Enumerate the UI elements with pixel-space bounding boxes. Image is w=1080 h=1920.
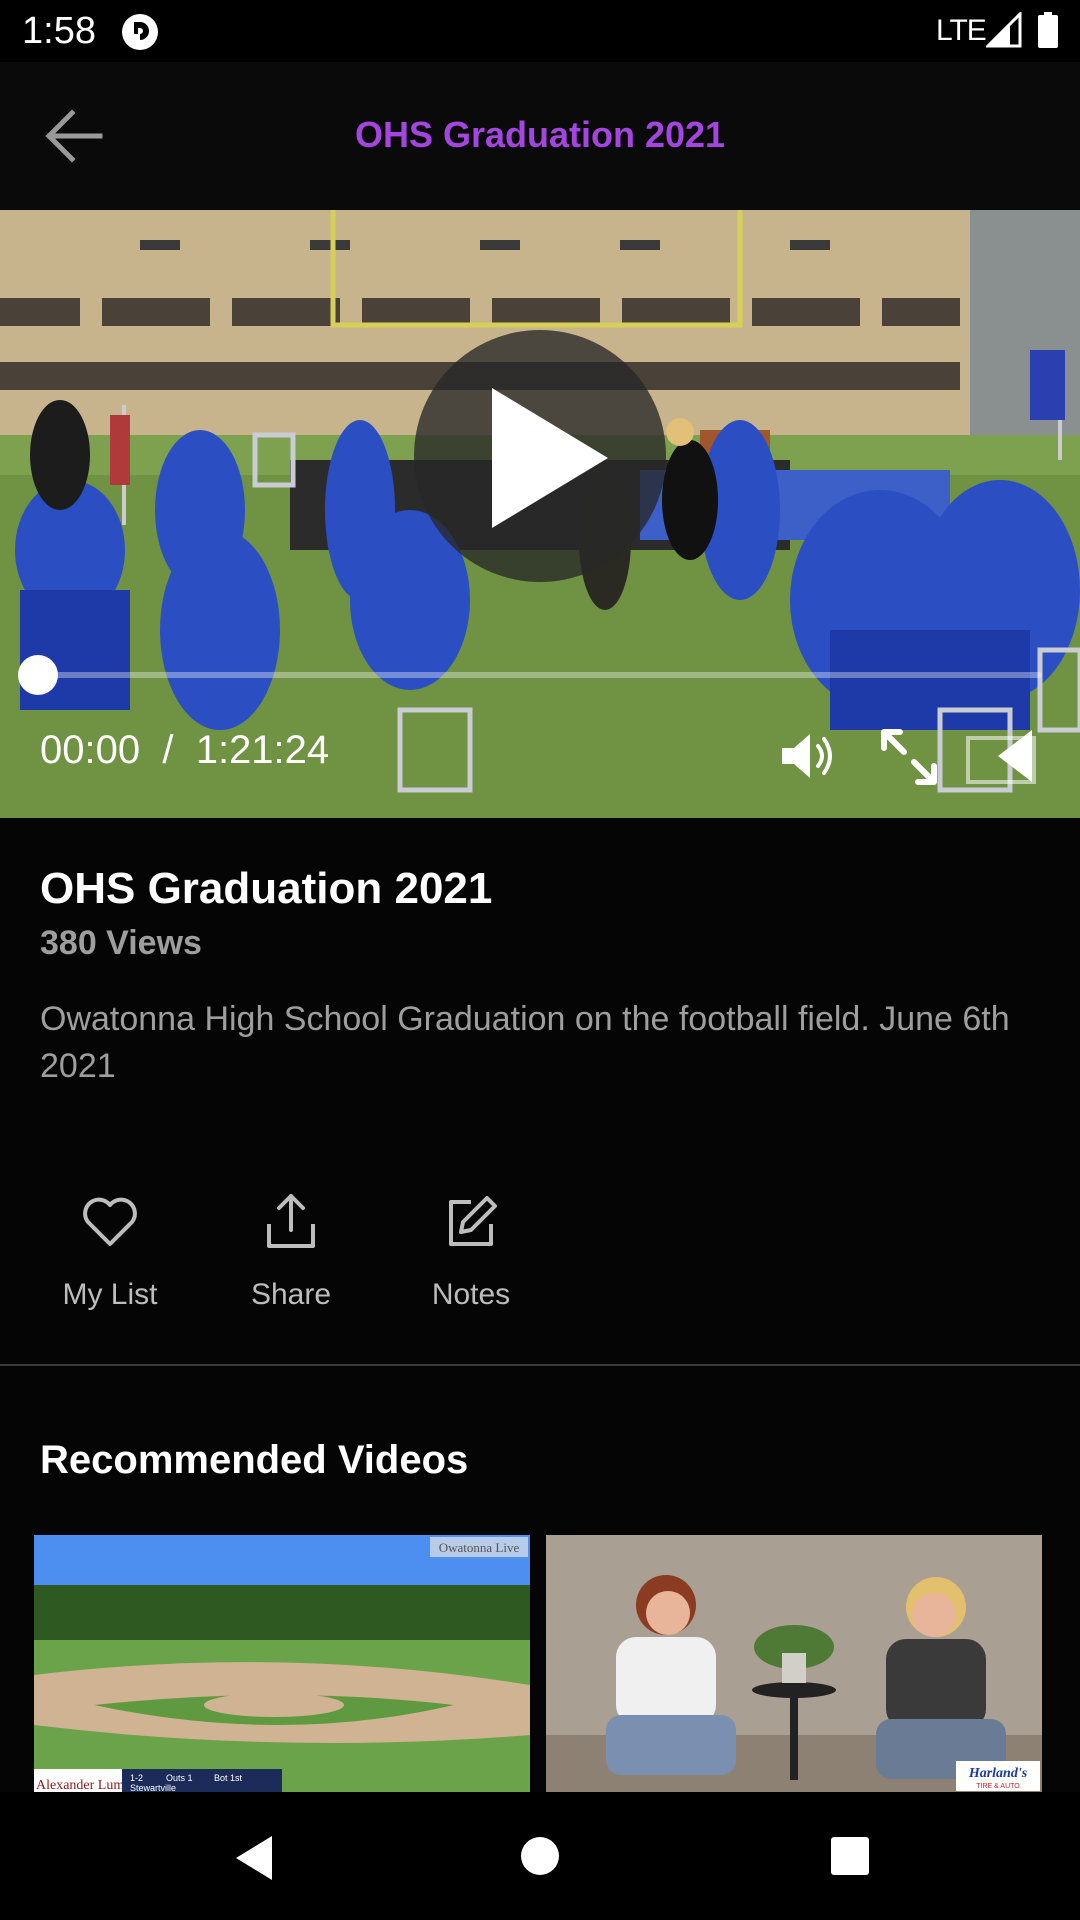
score-inning: Bot 1st (214, 1773, 243, 1783)
video-description: Owatonna High School Graduation on the f… (40, 1000, 1010, 1085)
interview-thumbnail-image: Harland's TIRE & AUTO (546, 1535, 1042, 1793)
current-time: 00:00 (40, 728, 141, 772)
video-title: OHS Graduation 2021 (40, 864, 493, 913)
share-button[interactable]: Share (216, 1192, 366, 1322)
network-type: LTE (936, 14, 987, 47)
my-list-button[interactable]: My List (35, 1192, 185, 1322)
battery-icon (1038, 12, 1058, 48)
thumbnail-watermark: Owatonna Live (439, 1540, 520, 1555)
seek-thumb[interactable] (18, 655, 58, 695)
seek-bar[interactable] (38, 672, 1042, 678)
page-title: OHS Graduation 2021 (354, 114, 726, 155)
share-label: Share (250, 1278, 332, 1311)
baseball-thumbnail-image: Owatonna Live Alexander Lumber 1-2 Outs … (34, 1535, 530, 1793)
divider (0, 1364, 1080, 1366)
volume-icon[interactable] (778, 726, 838, 786)
score-count: 1-2 (130, 1773, 143, 1783)
video-player[interactable]: 00:00 / 1:21:24 (0, 210, 1080, 818)
view-count: 380 Views (40, 924, 202, 962)
play-icon[interactable] (414, 330, 666, 582)
recommended-video-thumbnail[interactable]: Harland's TIRE & AUTO (546, 1535, 1042, 1793)
share-icon (267, 1194, 315, 1248)
edit-note-icon (449, 1196, 497, 1246)
recommended-video-thumbnail[interactable]: Owatonna Live Alexander Lumber 1-2 Outs … (34, 1535, 530, 1793)
signal-icon (986, 12, 1022, 48)
status-bar (0, 0, 1080, 62)
status-time: 1:58 (22, 10, 96, 52)
thumbnail-sponsor-sub: TIRE & AUTO (976, 1783, 1020, 1790)
time-display: 00:00 / 1:21:24 (40, 728, 329, 773)
cast-icon[interactable] (962, 726, 1042, 788)
time-separator: / (162, 728, 174, 772)
nav-home-icon[interactable] (520, 1836, 560, 1876)
fullscreen-icon[interactable] (878, 726, 940, 788)
duration: 1:21:24 (195, 728, 330, 772)
heart-icon (83, 1197, 137, 1246)
score-outs: Outs 1 (166, 1773, 193, 1783)
notes-button[interactable]: Notes (396, 1192, 546, 1322)
app-notification-icon (122, 14, 158, 50)
my-list-label: My List (62, 1278, 158, 1311)
recommended-heading: Recommended Videos (40, 1438, 469, 1482)
thumbnail-sponsor: Harland's (968, 1766, 1028, 1781)
notes-label: Notes (431, 1278, 511, 1311)
nav-back-icon[interactable] (230, 1832, 278, 1884)
nav-recents-icon[interactable] (830, 1836, 870, 1876)
